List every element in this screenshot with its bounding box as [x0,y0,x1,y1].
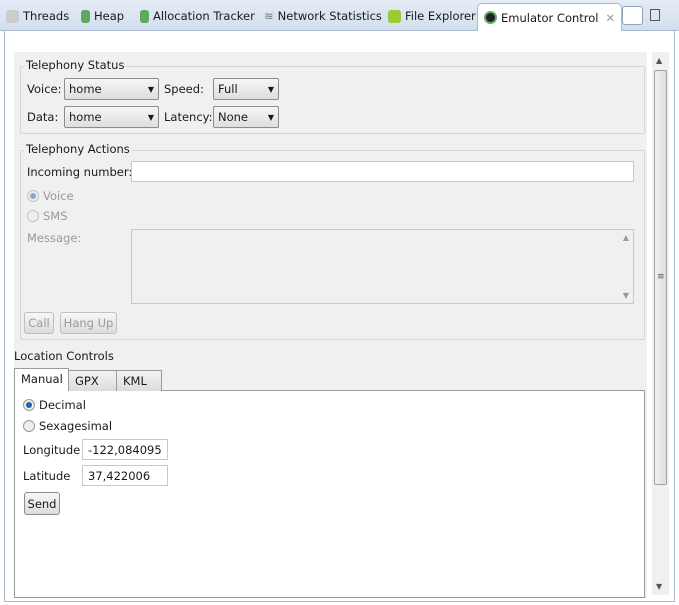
sexagesimal-radio[interactable]: Sexagesimal [23,419,112,433]
scroll-down-icon[interactable]: ▼ [623,291,629,300]
minimize-button[interactable] [622,6,643,25]
message-textarea[interactable]: ▲ ▼ [131,229,634,304]
voice-value: home [69,82,102,96]
heap-icon [81,9,90,23]
location-controls-title: Location Controls [14,349,114,363]
sexagesimal-label: Sexagesimal [39,419,113,433]
data-select[interactable]: home ▼ [64,106,159,128]
scroll-down-icon[interactable]: ▼ [656,582,662,591]
chevron-down-icon: ▼ [267,84,274,94]
telephony-actions-title: Telephony Actions [24,142,132,156]
tab-manual[interactable]: Manual [14,368,69,391]
android-icon [388,9,401,23]
radio-icon [27,210,39,222]
decimal-label: Decimal [39,398,86,412]
tab-label: Heap [94,9,125,23]
latitude-label: Latitude [23,469,71,483]
latency-select[interactable]: None ▼ [213,106,279,128]
voice-select[interactable]: home ▼ [64,78,159,100]
telephony-status-title: Telephony Status [24,58,127,72]
tab-label: Threads [23,9,70,23]
tab-allocation-tracker[interactable]: Allocation Tracker [140,5,255,27]
data-label: Data: [27,110,59,124]
voice-radio-label: Voice [43,189,74,203]
call-button[interactable]: Call [24,312,54,334]
threads-icon [6,9,19,23]
decimal-radio[interactable]: Decimal [23,398,86,412]
voice-radio[interactable]: Voice [27,189,74,203]
emulator-icon [484,11,497,24]
data-value: home [69,110,102,124]
latency-label: Latency: [164,110,213,124]
send-button[interactable]: Send [24,492,60,515]
tab-label: File Explorer [405,9,476,23]
wifi-icon: ≋ [264,9,274,23]
latitude-input[interactable]: 37,422006 [82,465,168,486]
radio-icon [27,190,39,202]
scroll-up-icon[interactable]: ▲ [623,233,629,242]
radio-icon [23,420,35,432]
tab-kml[interactable]: KML [116,370,162,391]
grip-icon: ≡ [657,272,665,282]
tab-emulator-control[interactable]: Emulator Control ✕ [477,3,623,31]
hang-up-button[interactable]: Hang Up [60,312,117,334]
radio-icon [23,399,35,411]
tab-network-statistics[interactable]: ≋ Network Statistics [264,5,382,27]
message-label: Message: [27,231,82,245]
sms-radio-label: SMS [43,209,68,223]
scroll-up-icon[interactable]: ▲ [656,56,662,65]
tab-heap[interactable]: Heap [81,5,124,27]
allocation-icon [140,9,149,23]
maximize-button[interactable] [650,9,660,21]
longitude-label: Longitude [23,443,81,457]
sms-radio[interactable]: SMS [27,209,68,223]
chevron-down-icon: ▼ [147,84,154,94]
latency-value: None [218,110,249,124]
chevron-down-icon: ▼ [147,112,154,122]
longitude-input[interactable]: -122,084095 [82,439,168,460]
tab-threads[interactable]: Threads [6,5,69,27]
incoming-number-input[interactable] [131,161,634,182]
tab-label: Allocation Tracker [153,9,255,23]
speed-label: Speed: [164,82,204,96]
tab-label: Emulator Control [501,10,599,25]
incoming-number-label: Incoming number: [27,165,133,179]
close-icon[interactable]: ✕ [606,11,616,25]
tab-file-explorer[interactable]: File Explorer [388,5,476,27]
tab-label: Network Statistics [277,9,382,23]
voice-label: Voice: [27,82,62,96]
speed-value: Full [218,82,238,96]
tab-gpx[interactable]: GPX [68,370,117,391]
chevron-down-icon: ▼ [267,112,274,122]
speed-select[interactable]: Full ▼ [213,78,279,100]
